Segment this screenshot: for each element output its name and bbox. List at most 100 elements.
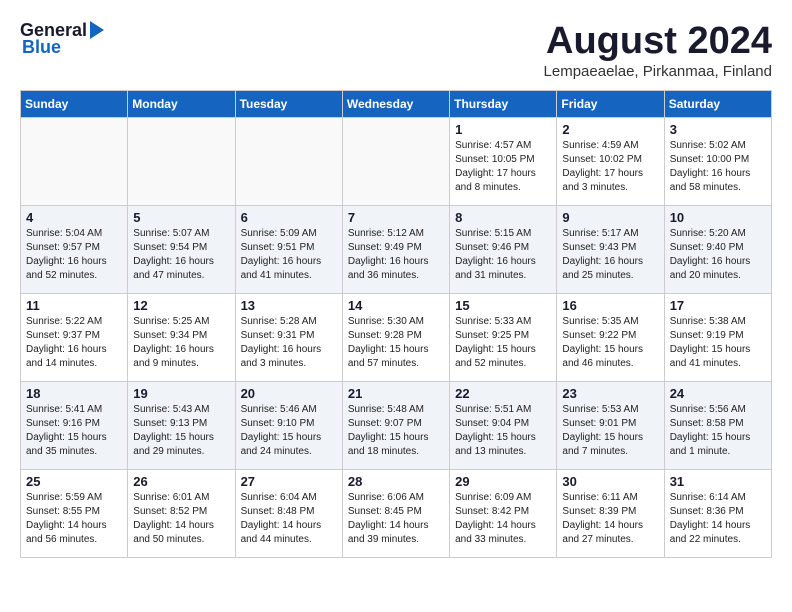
cell-sun-info: Sunrise: 5:02 AMSunset: 10:00 PMDaylight… bbox=[670, 139, 766, 195]
calendar-cell: 11 Sunrise: 5:22 AMSunset: 9:37 PMDayligh… bbox=[21, 294, 128, 382]
calendar-cell: 22 Sunrise: 5:51 AMSunset: 9:04 PMDayligh… bbox=[450, 382, 557, 470]
day-number: 14 bbox=[348, 298, 444, 313]
cell-sun-info: Sunrise: 4:59 AMSunset: 10:02 PMDaylight… bbox=[562, 139, 658, 195]
cell-sun-info: Sunrise: 6:06 AMSunset: 8:45 PMDaylight:… bbox=[348, 491, 444, 547]
cell-sun-info: Sunrise: 5:07 AMSunset: 9:54 PMDaylight:… bbox=[133, 227, 229, 283]
logo-arrow-icon bbox=[90, 21, 104, 39]
calendar-cell: 6Sunrise: 5:09 AMSunset: 9:51 PMDaylight… bbox=[235, 206, 342, 294]
weekday-header-friday: Friday bbox=[557, 91, 664, 118]
calendar-cell: 3 Sunrise: 5:02 AMSunset: 10:00 PMDayligh… bbox=[664, 118, 771, 206]
calendar-cell: 23Sunrise: 5:53 AMSunset: 9:01 PMDayligh… bbox=[557, 382, 664, 470]
cell-sun-info: Sunrise: 5:56 AMSunset: 8:58 PMDaylight:… bbox=[670, 403, 766, 459]
weekday-header-saturday: Saturday bbox=[664, 91, 771, 118]
cell-sun-info: Sunrise: 5:17 AMSunset: 9:43 PMDaylight:… bbox=[562, 227, 658, 283]
calendar-cell: 30 Sunrise: 6:11 AMSunset: 8:39 PMDayligh… bbox=[557, 470, 664, 558]
calendar-cell: 1 Sunrise: 4:57 AMSunset: 10:05 PMDayligh… bbox=[450, 118, 557, 206]
calendar-cell: 5Sunrise: 5:07 AMSunset: 9:54 PMDaylight… bbox=[128, 206, 235, 294]
calendar-cell: 10Sunrise: 5:20 AMSunset: 9:40 PMDayligh… bbox=[664, 206, 771, 294]
weekday-header-row: SundayMondayTuesdayWednesdayThursdayFrid… bbox=[21, 91, 772, 118]
cell-sun-info: Sunrise: 6:14 AMSunset: 8:36 PMDaylight:… bbox=[670, 491, 766, 547]
calendar-cell: 2 Sunrise: 4:59 AMSunset: 10:02 PMDayligh… bbox=[557, 118, 664, 206]
calendar-week-row: 25 Sunrise: 5:59 AMSunset: 8:55 PMDayligh… bbox=[21, 470, 772, 558]
calendar-cell: 21 Sunrise: 5:48 AMSunset: 9:07 PMDayligh… bbox=[342, 382, 449, 470]
day-number: 8 bbox=[455, 210, 551, 225]
day-number: 2 bbox=[562, 122, 658, 137]
day-number: 1 bbox=[455, 122, 551, 137]
day-number: 21 bbox=[348, 386, 444, 401]
calendar-cell: 18 Sunrise: 5:41 AMSunset: 9:16 PMDayligh… bbox=[21, 382, 128, 470]
weekday-header-monday: Monday bbox=[128, 91, 235, 118]
calendar-cell: 27 Sunrise: 6:04 AMSunset: 8:48 PMDayligh… bbox=[235, 470, 342, 558]
cell-sun-info: Sunrise: 5:30 AMSunset: 9:28 PMDaylight:… bbox=[348, 315, 444, 371]
calendar-cell: 19 Sunrise: 5:43 AMSunset: 9:13 PMDayligh… bbox=[128, 382, 235, 470]
calendar-cell: 9 Sunrise: 5:17 AMSunset: 9:43 PMDaylight… bbox=[557, 206, 664, 294]
calendar-cell: 13 Sunrise: 5:28 AMSunset: 9:31 PMDayligh… bbox=[235, 294, 342, 382]
calendar-week-row: 11 Sunrise: 5:22 AMSunset: 9:37 PMDayligh… bbox=[21, 294, 772, 382]
day-number: 3 bbox=[670, 122, 766, 137]
cell-sun-info: Sunrise: 6:01 AMSunset: 8:52 PMDaylight:… bbox=[133, 491, 229, 547]
cell-sun-info: Sunrise: 5:33 AMSunset: 9:25 PMDaylight:… bbox=[455, 315, 551, 371]
cell-sun-info: Sunrise: 4:57 AMSunset: 10:05 PMDaylight… bbox=[455, 139, 551, 195]
day-number: 11 bbox=[26, 298, 122, 313]
calendar-cell bbox=[21, 118, 128, 206]
cell-sun-info: Sunrise: 5:48 AMSunset: 9:07 PMDaylight:… bbox=[348, 403, 444, 459]
day-number: 27 bbox=[241, 474, 337, 489]
cell-sun-info: Sunrise: 5:35 AMSunset: 9:22 PMDaylight:… bbox=[562, 315, 658, 371]
day-number: 25 bbox=[26, 474, 122, 489]
cell-sun-info: Sunrise: 5:51 AMSunset: 9:04 PMDaylight:… bbox=[455, 403, 551, 459]
day-number: 9 bbox=[562, 210, 658, 225]
cell-sun-info: Sunrise: 6:09 AMSunset: 8:42 PMDaylight:… bbox=[455, 491, 551, 547]
cell-sun-info: Sunrise: 5:09 AMSunset: 9:51 PMDaylight:… bbox=[241, 227, 337, 283]
day-number: 19 bbox=[133, 386, 229, 401]
calendar-week-row: 18 Sunrise: 5:41 AMSunset: 9:16 PMDayligh… bbox=[21, 382, 772, 470]
calendar-week-row: 1 Sunrise: 4:57 AMSunset: 10:05 PMDayligh… bbox=[21, 118, 772, 206]
title-block: August 2024 Lempaeaelae, Pirkanmaa, Finl… bbox=[544, 20, 772, 80]
weekday-header-sunday: Sunday bbox=[21, 91, 128, 118]
cell-sun-info: Sunrise: 5:53 AMSunset: 9:01 PMDaylight:… bbox=[562, 403, 658, 459]
cell-sun-info: Sunrise: 5:12 AMSunset: 9:49 PMDaylight:… bbox=[348, 227, 444, 283]
day-number: 24 bbox=[670, 386, 766, 401]
day-number: 30 bbox=[562, 474, 658, 489]
day-number: 13 bbox=[241, 298, 337, 313]
calendar-cell: 26 Sunrise: 6:01 AMSunset: 8:52 PMDayligh… bbox=[128, 470, 235, 558]
day-number: 18 bbox=[26, 386, 122, 401]
cell-sun-info: Sunrise: 6:11 AMSunset: 8:39 PMDaylight:… bbox=[562, 491, 658, 547]
calendar-cell: 24 Sunrise: 5:56 AMSunset: 8:58 PMDayligh… bbox=[664, 382, 771, 470]
day-number: 17 bbox=[670, 298, 766, 313]
day-number: 16 bbox=[562, 298, 658, 313]
calendar-cell bbox=[128, 118, 235, 206]
cell-sun-info: Sunrise: 6:04 AMSunset: 8:48 PMDaylight:… bbox=[241, 491, 337, 547]
cell-sun-info: Sunrise: 5:38 AMSunset: 9:19 PMDaylight:… bbox=[670, 315, 766, 371]
calendar-cell bbox=[235, 118, 342, 206]
cell-sun-info: Sunrise: 5:46 AMSunset: 9:10 PMDaylight:… bbox=[241, 403, 337, 459]
day-number: 15 bbox=[455, 298, 551, 313]
day-number: 12 bbox=[133, 298, 229, 313]
calendar-table: SundayMondayTuesdayWednesdayThursdayFrid… bbox=[20, 90, 772, 558]
cell-sun-info: Sunrise: 5:59 AMSunset: 8:55 PMDaylight:… bbox=[26, 491, 122, 547]
day-number: 28 bbox=[348, 474, 444, 489]
cell-sun-info: Sunrise: 5:20 AMSunset: 9:40 PMDaylight:… bbox=[670, 227, 766, 283]
cell-sun-info: Sunrise: 5:22 AMSunset: 9:37 PMDaylight:… bbox=[26, 315, 122, 371]
calendar-cell: 31Sunrise: 6:14 AMSunset: 8:36 PMDayligh… bbox=[664, 470, 771, 558]
calendar-cell: 14 Sunrise: 5:30 AMSunset: 9:28 PMDayligh… bbox=[342, 294, 449, 382]
cell-sun-info: Sunrise: 5:43 AMSunset: 9:13 PMDaylight:… bbox=[133, 403, 229, 459]
day-number: 26 bbox=[133, 474, 229, 489]
day-number: 22 bbox=[455, 386, 551, 401]
cell-sun-info: Sunrise: 5:41 AMSunset: 9:16 PMDaylight:… bbox=[26, 403, 122, 459]
page-header: General Blue August 2024 Lempaeaelae, Pi… bbox=[20, 20, 772, 80]
day-number: 29 bbox=[455, 474, 551, 489]
day-number: 4 bbox=[26, 210, 122, 225]
calendar-cell: 7Sunrise: 5:12 AMSunset: 9:49 PMDaylight… bbox=[342, 206, 449, 294]
calendar-cell: 15 Sunrise: 5:33 AMSunset: 9:25 PMDayligh… bbox=[450, 294, 557, 382]
cell-sun-info: Sunrise: 5:25 AMSunset: 9:34 PMDaylight:… bbox=[133, 315, 229, 371]
calendar-cell: 16 Sunrise: 5:35 AMSunset: 9:22 PMDayligh… bbox=[557, 294, 664, 382]
calendar-cell: 4 Sunrise: 5:04 AMSunset: 9:57 PMDaylight… bbox=[21, 206, 128, 294]
calendar-cell: 28 Sunrise: 6:06 AMSunset: 8:45 PMDayligh… bbox=[342, 470, 449, 558]
weekday-header-wednesday: Wednesday bbox=[342, 91, 449, 118]
logo-blue-text: Blue bbox=[22, 37, 61, 58]
calendar-week-row: 4 Sunrise: 5:04 AMSunset: 9:57 PMDaylight… bbox=[21, 206, 772, 294]
calendar-cell: 17 Sunrise: 5:38 AMSunset: 9:19 PMDayligh… bbox=[664, 294, 771, 382]
weekday-header-thursday: Thursday bbox=[450, 91, 557, 118]
cell-sun-info: Sunrise: 5:04 AMSunset: 9:57 PMDaylight:… bbox=[26, 227, 122, 283]
cell-sun-info: Sunrise: 5:28 AMSunset: 9:31 PMDaylight:… bbox=[241, 315, 337, 371]
